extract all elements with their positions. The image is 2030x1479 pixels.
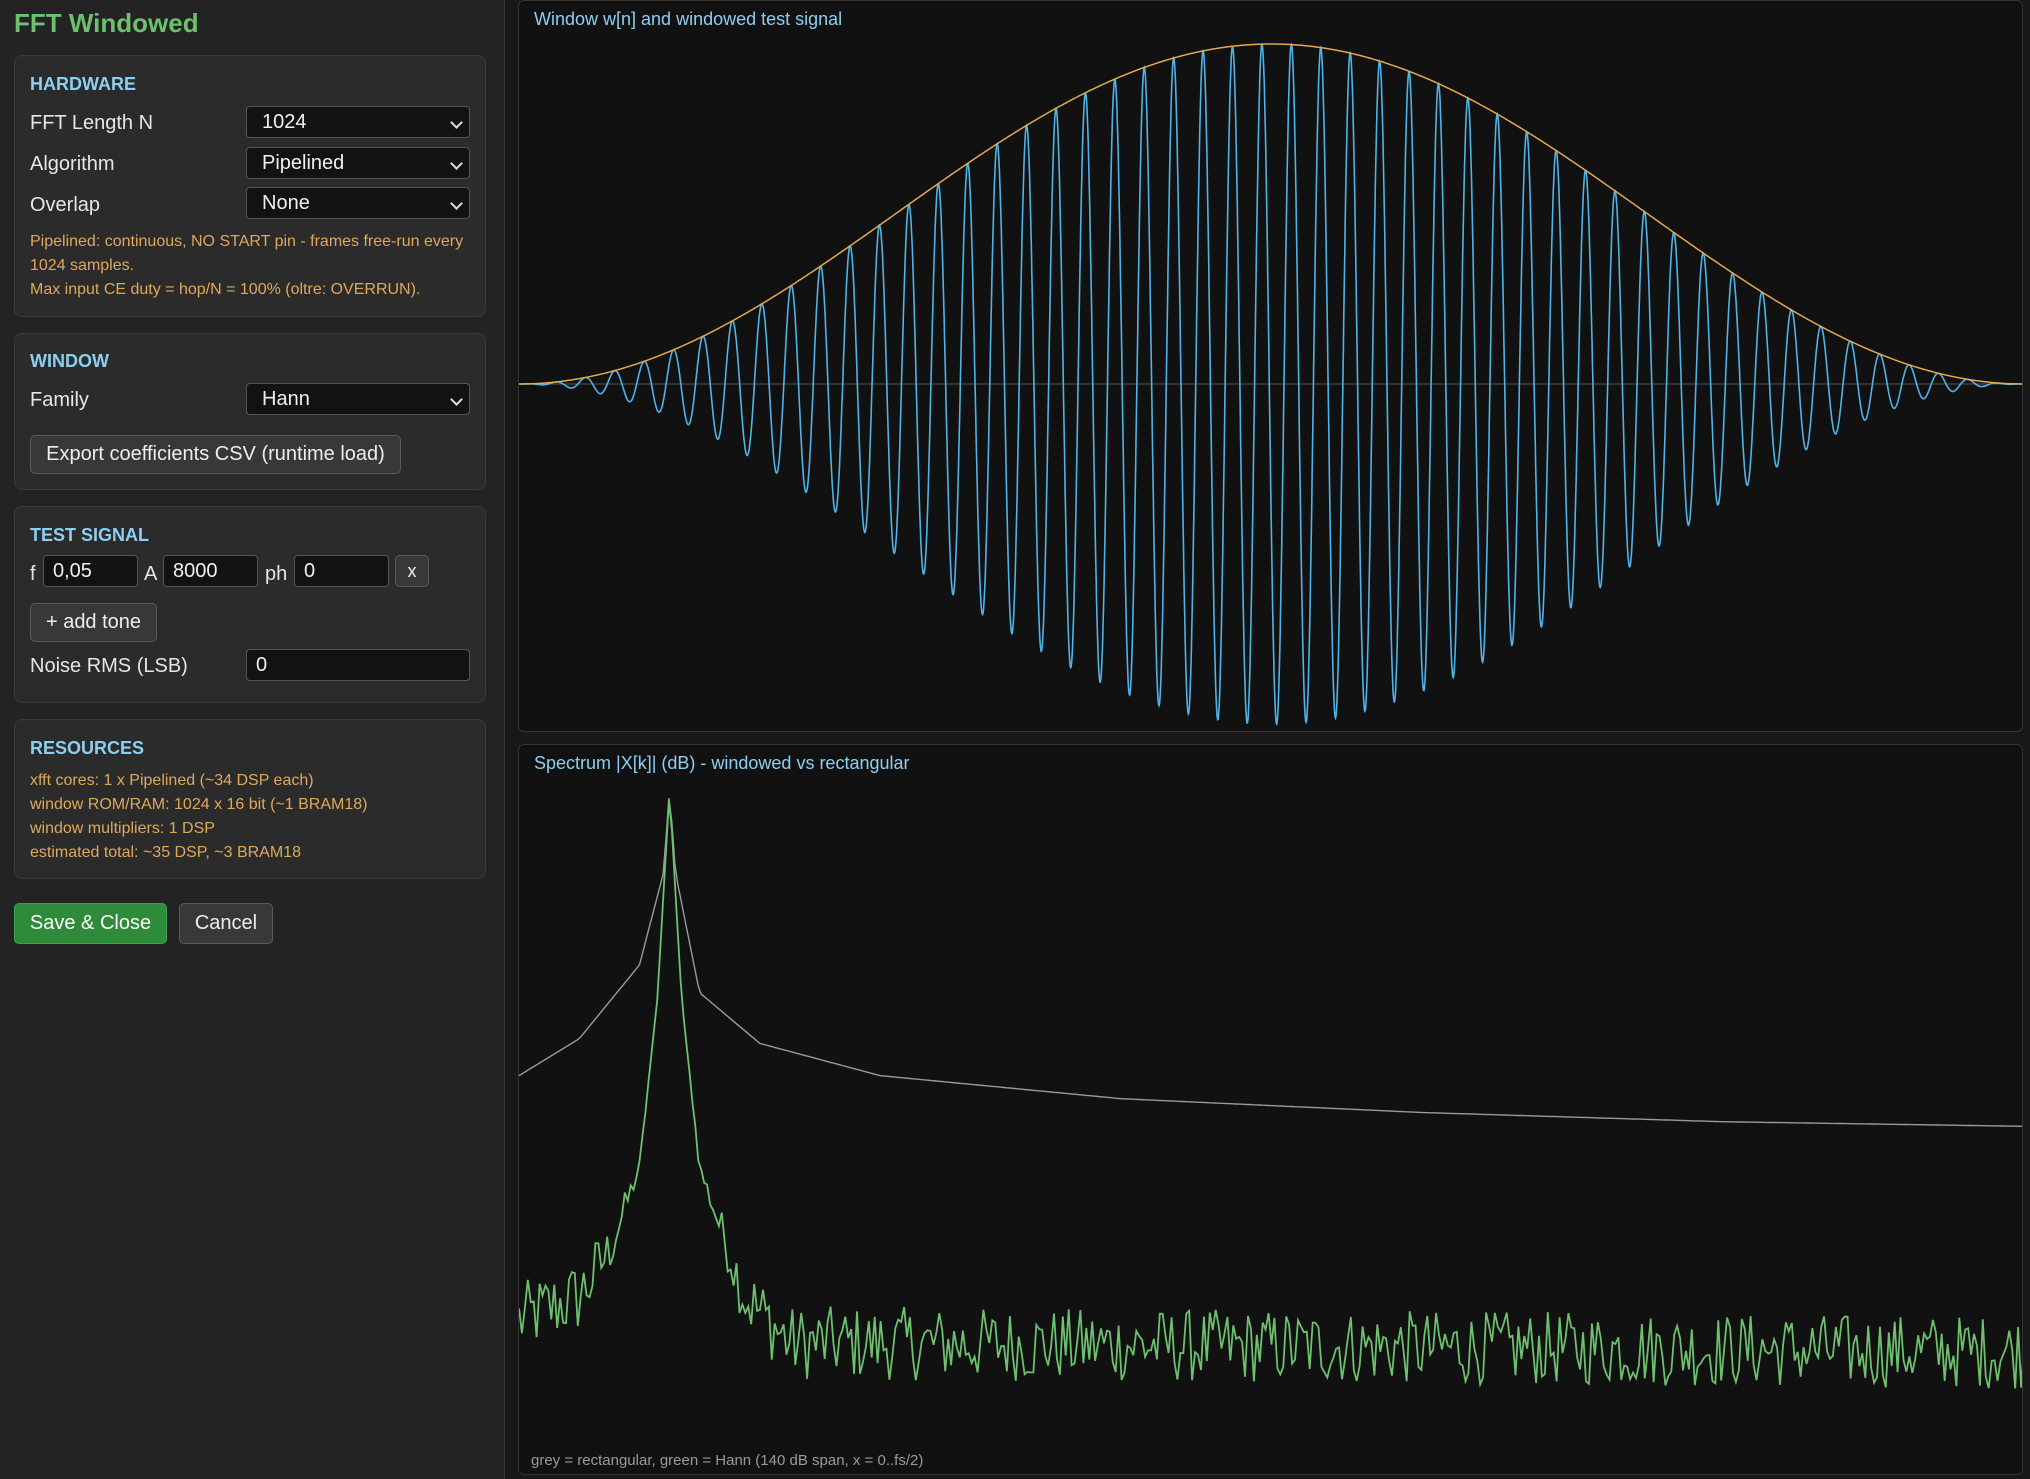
- resources-line: window multipliers: 1 DSP: [30, 820, 215, 837]
- window-plot: Window w[n] and windowed test signal: [518, 0, 2023, 732]
- hann-spectrum-line: [519, 800, 2022, 1389]
- cancel-button[interactable]: Cancel: [179, 903, 273, 944]
- window-plot-svg: [519, 42, 2022, 726]
- algorithm-value: Pipelined: [262, 152, 345, 174]
- chevron-down-icon: [450, 116, 463, 129]
- resources-heading: RESOURCES: [30, 738, 145, 758]
- tone-phase-input[interactable]: 0: [294, 555, 389, 587]
- resources-line: window ROM/RAM: 1024 x 16 bit (~1 BRAM18…: [30, 796, 368, 813]
- overlap-label: Overlap: [30, 194, 101, 216]
- add-tone-button[interactable]: + add tone: [30, 603, 157, 642]
- hardware-note-line3: Max input CE duty = hop/N = 100% (oltre:…: [30, 281, 421, 298]
- rectangular-spectrum-line: [519, 798, 2022, 1127]
- algorithm-label: Algorithm: [30, 153, 115, 175]
- family-select[interactable]: Hann: [246, 383, 470, 415]
- spectrum-plot-svg: [519, 798, 2022, 1389]
- family-value: Hann: [262, 388, 310, 410]
- fft-length-label: FFT Length N: [30, 112, 154, 134]
- export-csv-button[interactable]: Export coefficients CSV (runtime load): [30, 435, 401, 474]
- fft-length-value: 1024: [262, 111, 307, 133]
- hardware-note-line1: Pipelined: continuous, NO START pin - fr…: [30, 233, 464, 250]
- resources-panel: RESOURCES xfft cores: 1 x Pipelined (~34…: [14, 719, 486, 879]
- window-panel: WINDOW Family Hann Export coefficients C…: [14, 333, 486, 490]
- save-close-button[interactable]: Save & Close: [14, 903, 167, 944]
- spectrum-plot-caption: grey = rectangular, green = Hann (140 dB…: [531, 1452, 924, 1469]
- app-title: FFT Windowed: [14, 8, 199, 38]
- hardware-heading: HARDWARE: [30, 74, 136, 94]
- fft-length-select[interactable]: 1024: [246, 106, 470, 138]
- tone-amplitude-input[interactable]: 8000: [163, 555, 258, 587]
- tone-amplitude-label: A: [144, 563, 158, 585]
- overlap-value: None: [262, 192, 310, 214]
- tone-phase-label: ph: [265, 563, 288, 585]
- hardware-note-line2: 1024 samples.: [30, 257, 135, 274]
- family-label: Family: [30, 389, 89, 411]
- test-signal-panel: TEST SIGNAL f 0,05 A 8000 ph 0 x + add t…: [14, 506, 486, 703]
- overlap-select[interactable]: None: [246, 187, 470, 219]
- window-heading: WINDOW: [30, 351, 109, 371]
- remove-tone-button[interactable]: x: [395, 555, 429, 587]
- chevron-down-icon: [450, 197, 463, 210]
- spectrum-plot: Spectrum |X[k]| (dB) - windowed vs recta…: [518, 744, 2023, 1475]
- resources-line: xfft cores: 1 x Pipelined (~34 DSP each): [30, 772, 314, 789]
- noise-rms-input[interactable]: 0: [246, 649, 470, 681]
- chevron-down-icon: [450, 393, 463, 406]
- tone-frequency-input[interactable]: 0,05: [43, 555, 138, 587]
- window-envelope-line: [519, 43, 2022, 385]
- tone-frequency-label: f: [30, 563, 36, 585]
- chevron-down-icon: [450, 157, 463, 170]
- hardware-panel: HARDWARE FFT Length N 1024 Algorithm Pip…: [14, 55, 486, 317]
- resources-line: estimated total: ~35 DSP, ~3 BRAM18: [30, 844, 301, 861]
- noise-rms-label: Noise RMS (LSB): [30, 655, 188, 677]
- algorithm-select[interactable]: Pipelined: [246, 147, 470, 179]
- test-signal-heading: TEST SIGNAL: [30, 525, 150, 545]
- sidebar: FFT Windowed HARDWARE FFT Length N 1024 …: [0, 0, 505, 1479]
